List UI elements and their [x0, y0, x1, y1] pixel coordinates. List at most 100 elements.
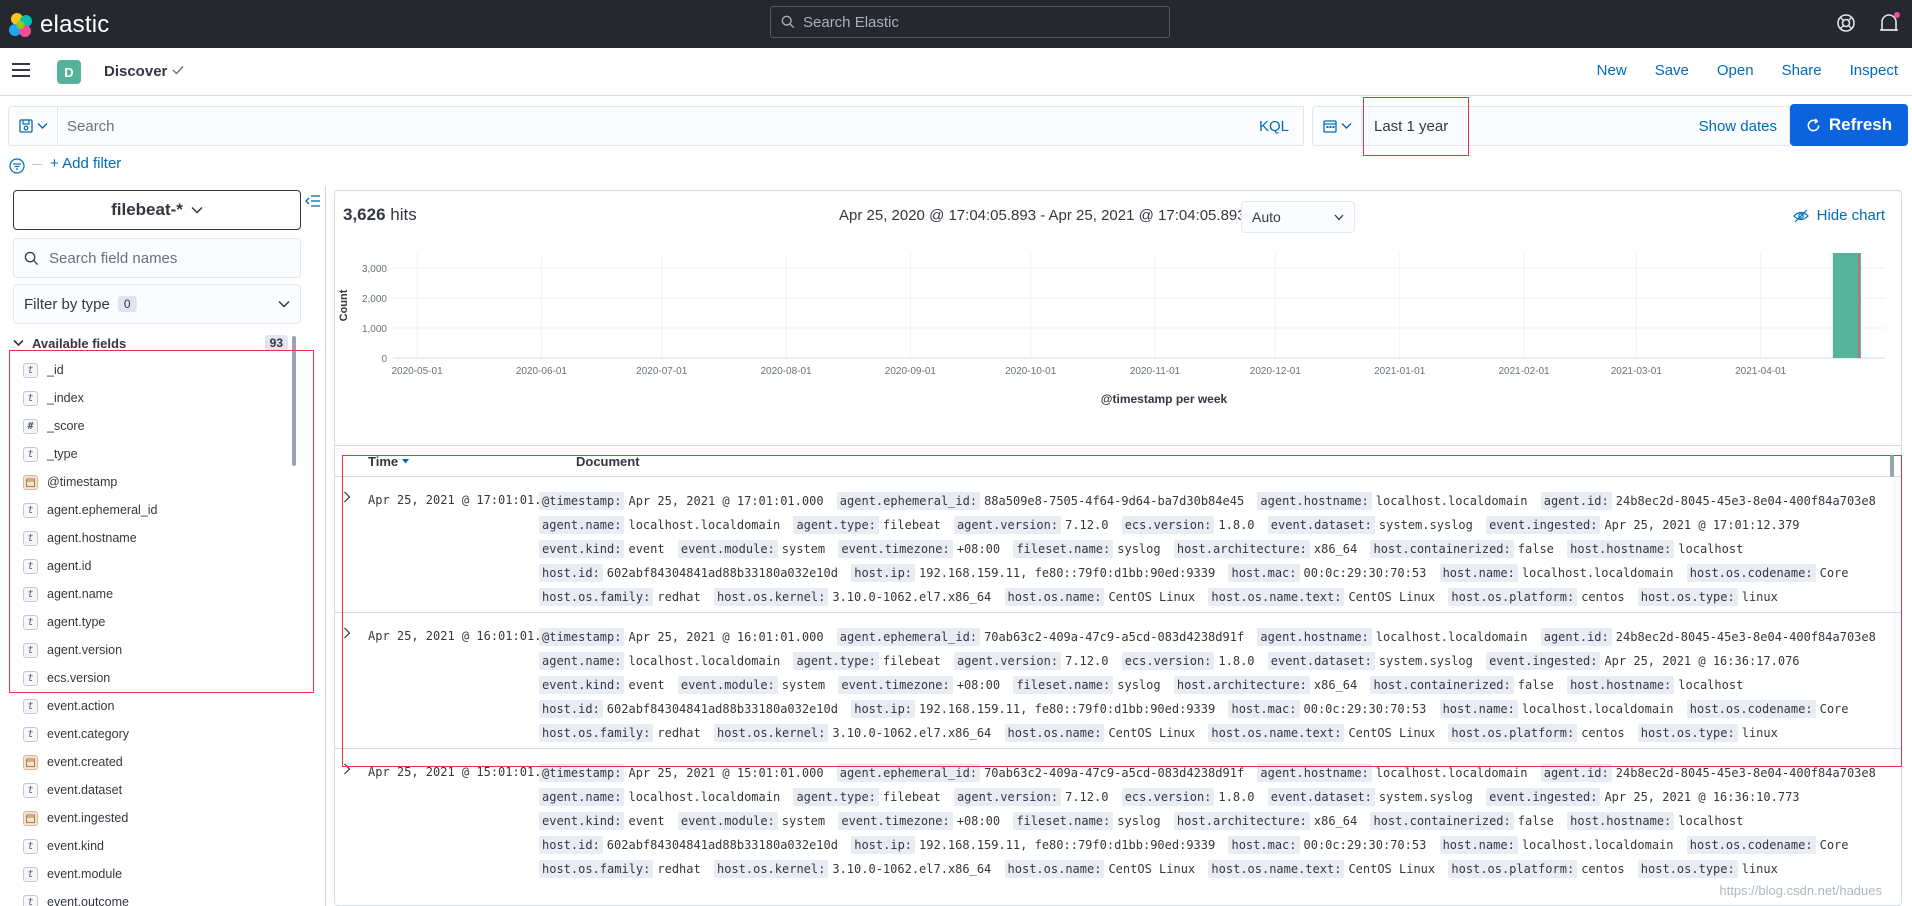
time-column-header[interactable]: Time: [368, 454, 576, 469]
document-field-value: filebeat: [882, 790, 941, 804]
field-name: ecs.version: [47, 671, 111, 685]
document-field: host.os.codename: Core: [1686, 564, 1849, 582]
show-dates-button[interactable]: Show dates: [1699, 118, 1777, 135]
document-field-value: CentOS Linux: [1348, 726, 1436, 740]
top-nav-menu: New Save Open Share Inspect: [1597, 62, 1898, 79]
row-timestamp: Apr 25, 2021 @ 17:01:01.000: [368, 493, 564, 507]
document-table-scrollbar[interactable]: [1890, 455, 1894, 477]
document-field-value: 88a509e8-7505-4f64-9d64-ba7d30b84e45: [984, 494, 1245, 508]
quick-date-menu-button[interactable]: [1312, 106, 1362, 146]
document-field-value: system: [781, 678, 826, 692]
field-search[interactable]: [13, 238, 301, 278]
index-pattern-selector[interactable]: filebeat-*: [13, 190, 301, 230]
document-field: host.mac: 00:0c:29:30:70:53: [1228, 700, 1426, 718]
hits-label: hits: [390, 205, 417, 224]
string-type-icon: t: [23, 446, 38, 462]
date-picker[interactable]: Last 1 year Show dates: [1362, 106, 1790, 146]
document-field-key: agent.type:: [793, 652, 879, 670]
table-row: Apr 25, 2021 @ 15:01:01.000 @timestamp: Ap…: [335, 748, 1901, 884]
field-list-item[interactable]: t event.action: [14, 692, 290, 720]
document-field-key: host.os.name:: [1004, 588, 1105, 606]
kql-language-button[interactable]: KQL: [1259, 118, 1289, 135]
global-search-input[interactable]: [803, 13, 1163, 31]
document-field-value: 00:0c:29:30:70:53: [1303, 566, 1427, 580]
sort-descending-icon[interactable]: [401, 458, 410, 464]
save-link[interactable]: Save: [1655, 62, 1689, 79]
field-list-item[interactable]: t _type: [14, 440, 290, 468]
document-field-key: host.os.name:: [1004, 860, 1105, 878]
chevron-right-icon[interactable]: [343, 627, 351, 639]
document-field: host.hostname: localhost: [1567, 812, 1743, 830]
space-avatar[interactable]: D: [57, 60, 81, 84]
x-tick-label: 2021-01-01: [1374, 366, 1426, 377]
field-search-input[interactable]: [49, 249, 289, 267]
document-field-key: agent.hostname:: [1257, 492, 1372, 510]
field-list-item[interactable]: t agent.version: [14, 636, 290, 664]
field-list-item[interactable]: t agent.id: [14, 552, 290, 580]
inspect-link[interactable]: Inspect: [1850, 62, 1898, 79]
document-table: Time Document Apr 25, 2021 @ 17:01:01.00…: [335, 445, 1901, 906]
newsfeed-icon[interactable]: [1876, 10, 1902, 36]
saved-query-button[interactable]: [8, 106, 58, 146]
field-name: _index: [47, 391, 84, 405]
document-field-value: x86_64: [1313, 678, 1358, 692]
filter-by-type-button[interactable]: Filter by type 0: [13, 284, 301, 324]
sidebar-scrollbar[interactable]: [292, 336, 296, 466]
chevron-right-icon[interactable]: [343, 763, 351, 775]
filter-icon[interactable]: [9, 158, 25, 174]
field-list-item[interactable]: t agent.type: [14, 608, 290, 636]
collapse-sidebar-icon[interactable]: [305, 194, 321, 208]
field-list-item[interactable]: t event.kind: [14, 832, 290, 860]
field-list-item[interactable]: t event.category: [14, 720, 290, 748]
field-list-item[interactable]: t _index: [14, 384, 290, 412]
document-field: agent.version: 7.12.0: [953, 652, 1108, 670]
document-field-key: agent.id:: [1540, 628, 1612, 646]
hits-counter: 3,626 hits: [343, 205, 417, 225]
document-field-value: false: [1517, 678, 1554, 692]
document-field-value: localhost.localdomain: [628, 790, 781, 804]
field-list-item[interactable]: t _id: [14, 356, 290, 384]
document-field: host.os.codename: Core: [1686, 836, 1849, 854]
available-fields-header[interactable]: Available fields 93: [13, 332, 288, 354]
number-type-icon: #: [23, 418, 38, 434]
field-list-item[interactable]: t ecs.version: [14, 664, 290, 692]
field-list-item[interactable]: t event.module: [14, 860, 290, 888]
document-field-value: redhat: [657, 862, 701, 876]
query-search-input[interactable]: [58, 117, 1259, 135]
field-list-item[interactable]: @timestamp: [14, 468, 290, 496]
document-field-key: agent.name:: [539, 788, 625, 806]
document-field: agent.hostname: localhost.localdomain: [1257, 628, 1528, 646]
new-link[interactable]: New: [1597, 62, 1627, 79]
chevron-right-icon[interactable]: [343, 491, 351, 503]
open-link[interactable]: Open: [1717, 62, 1754, 79]
elastic-logo[interactable]: elastic: [8, 11, 109, 39]
document-field-value: localhost.localdomain: [1375, 494, 1528, 508]
document-field: host.os.kernel: 3.10.0-1062.el7.x86_64: [713, 588, 991, 606]
field-list-item[interactable]: t agent.hostname: [14, 524, 290, 552]
document-field-value: syslog: [1117, 814, 1161, 828]
date-range-value[interactable]: Last 1 year: [1374, 118, 1448, 135]
field-list-item[interactable]: t agent.name: [14, 580, 290, 608]
hamburger-menu-icon[interactable]: [12, 62, 30, 78]
document-field-value: linux: [1741, 862, 1778, 876]
field-list-item[interactable]: t event.outcome: [14, 888, 290, 906]
document-field: ecs.version: 1.8.0: [1121, 788, 1255, 806]
document-field: agent.hostname: localhost.localdomain: [1257, 764, 1528, 782]
field-list-item[interactable]: t agent.ephemeral_id: [14, 496, 290, 524]
refresh-button[interactable]: Refresh: [1790, 104, 1908, 146]
field-list-item[interactable]: # _score: [14, 412, 290, 440]
y-tick-label: 2,000: [362, 294, 387, 305]
document-field-value: system.syslog: [1378, 790, 1473, 804]
global-search[interactable]: [770, 6, 1170, 38]
add-filter-button[interactable]: + Add filter: [50, 155, 121, 172]
string-type-icon: t: [23, 642, 38, 658]
string-type-icon: t: [23, 838, 38, 854]
hide-chart-button[interactable]: Hide chart: [1792, 207, 1885, 224]
help-icon[interactable]: [1836, 13, 1856, 33]
field-list-item[interactable]: event.ingested: [14, 804, 290, 832]
share-link[interactable]: Share: [1782, 62, 1822, 79]
field-list-item[interactable]: t event.dataset: [14, 776, 290, 804]
field-list-item[interactable]: event.created: [14, 748, 290, 776]
interval-select[interactable]: Auto: [1241, 201, 1355, 233]
document-field: agent.type: filebeat: [793, 652, 941, 670]
